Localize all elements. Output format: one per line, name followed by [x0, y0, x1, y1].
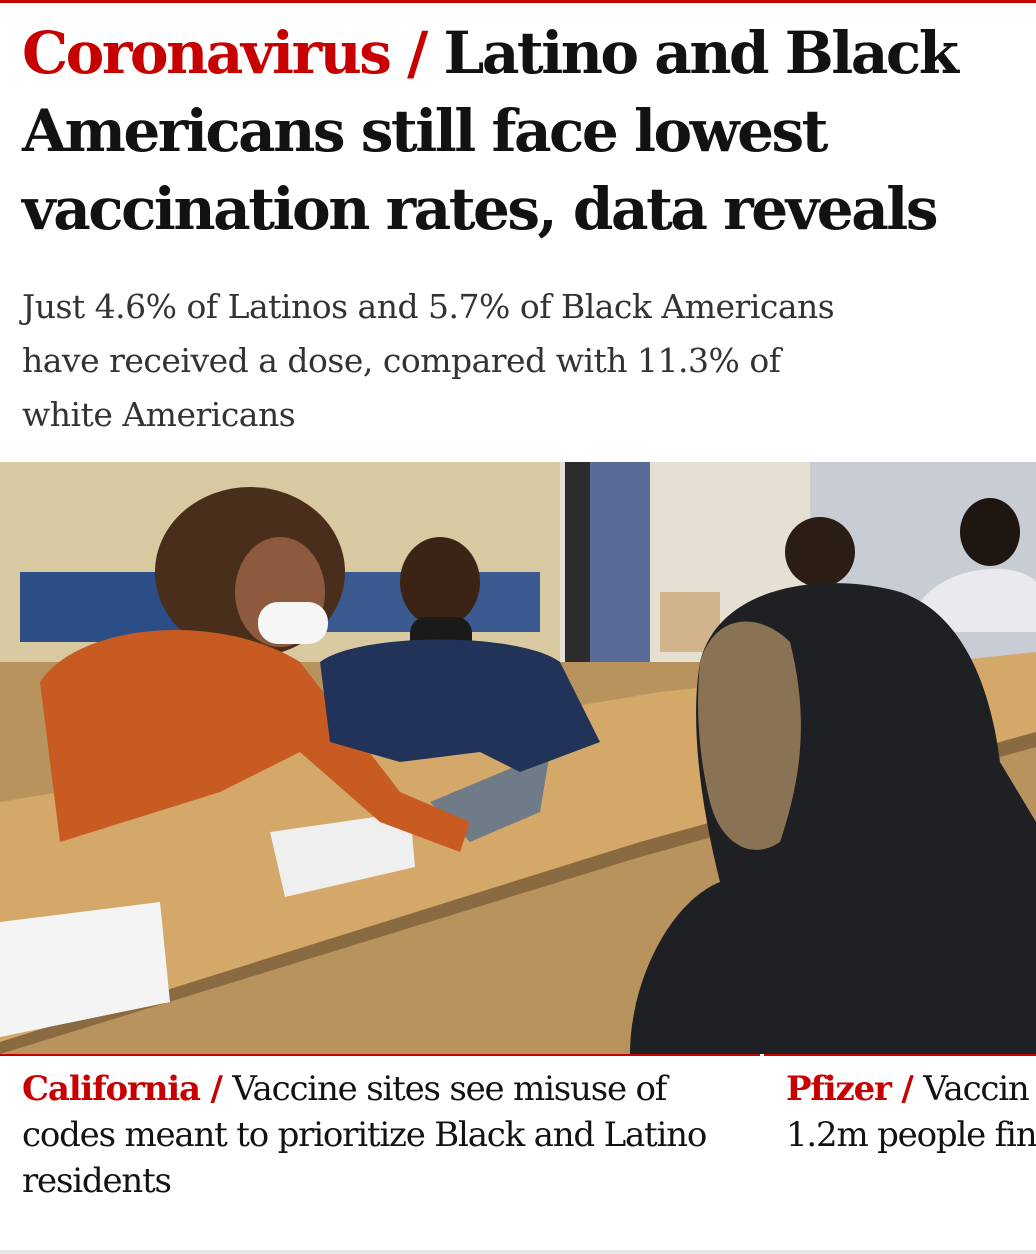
related-divider-2 [764, 1054, 1036, 1056]
photo-illustration [0, 462, 1036, 1054]
related-separator: / [199, 1069, 233, 1109]
related-separator: / [890, 1069, 924, 1109]
vaccination-site-photo[interactable] [0, 462, 1036, 1054]
related-divider-1 [0, 1054, 760, 1056]
related-title-pfizer[interactable]: Vaccin [923, 1069, 1030, 1109]
related-title-pfizer-line2[interactable]: 1.2m people fin [786, 1115, 1036, 1155]
related-story-pfizer[interactable]: Pfizer / Vaccin 1.2m people fin [786, 1066, 1036, 1158]
related-kicker-pfizer[interactable]: Pfizer [786, 1069, 892, 1109]
bottom-divider [0, 1250, 1036, 1254]
article-standfirst: Just 4.6% of Latinos and 5.7% of Black A… [22, 287, 835, 434]
related-kicker-california[interactable]: California [22, 1069, 201, 1109]
top-accent-rule [0, 0, 1036, 3]
headline-kicker[interactable]: Coronavirus [22, 19, 392, 87]
related-story-california[interactable]: California / Vaccine sites see misuse of… [22, 1066, 742, 1204]
article-headline[interactable]: Coronavirus / Latino and Black Americans… [22, 14, 1012, 248]
headline-separator: / [389, 19, 444, 87]
